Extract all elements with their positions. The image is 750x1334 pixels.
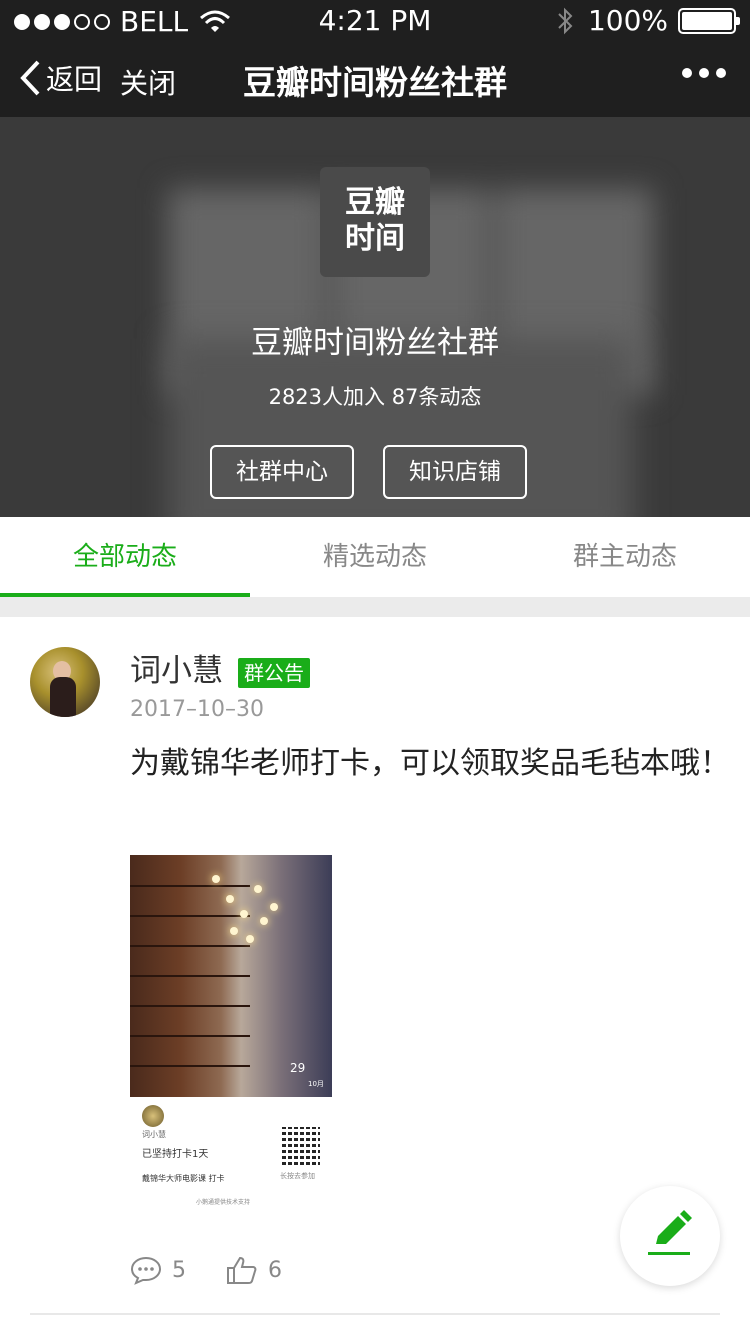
qr-code-icon [282,1127,320,1165]
edit-icon [648,1210,692,1255]
battery-icon [678,7,740,34]
post-date: 2017–10–30 [130,697,264,722]
knowledge-shop-button[interactable]: 知识店铺 [383,445,527,499]
group-name: 豆瓣时间粉丝社群 [251,325,499,361]
logo-line-1: 豆瓣 [345,185,405,220]
post-divider [30,1313,720,1315]
post-content: 为戴锦华老师打卡，可以领取奖品毛毡本哦！ [130,746,730,781]
card-course: 戴锦华大师电影课 打卡 [142,1174,225,1183]
comment-icon [130,1256,162,1285]
battery-area: 100% [556,4,740,37]
section-divider [0,597,750,617]
post-image[interactable]: 29 10月 词小慧 已坚持打卡1天 戴锦华大师电影课 打卡 长按去参加 小鹅通… [130,855,332,1215]
compose-button[interactable] [620,1186,720,1286]
author-name[interactable]: 词小慧 [130,645,223,690]
group-logo: 豆瓣 时间 [320,167,430,277]
checkin-card: 词小慧 已坚持打卡1天 戴锦华大师电影课 打卡 长按去参加 小鹅通提供技术支持 [130,1097,332,1215]
tab-featured[interactable]: 精选动态 [250,517,500,597]
photo-date-month: 10月 [308,1080,324,1088]
status-bar: BELL 4:21 PM 100% [0,0,750,40]
group-header: ▇▇▇ ▇▇▇ 豆瓣 时间 豆瓣时间粉丝社群 2823人加入 87条动态 社群中… [0,117,750,517]
library-photo: 29 10月 [130,855,332,1097]
battery-percent: 100% [587,4,668,37]
card-scan-label: 长按去参加 [280,1172,315,1180]
avatar[interactable] [30,647,100,717]
like-count: 6 [268,1257,282,1283]
like-button[interactable]: 6 [226,1255,282,1285]
thumbs-up-icon [227,1256,257,1284]
more-icon[interactable] [682,68,726,78]
tab-all[interactable]: 全部动态 [0,517,250,597]
card-name: 词小慧 [142,1130,166,1139]
card-days: 已坚持打卡1天 [142,1149,209,1160]
tab-owner[interactable]: 群主动态 [500,517,750,597]
page-title: 豆瓣时间粉丝社群 [243,63,507,102]
card-footer: 小鹅通提供技术支持 [196,1199,251,1206]
bluetooth-icon [558,7,573,34]
card-avatar [142,1105,164,1127]
community-center-button[interactable]: 社群中心 [210,445,354,499]
feed-tabs: 全部动态 精选动态 群主动态 [0,517,750,597]
photo-date-day: 29 [290,1061,306,1075]
nav-bar: 返回 关闭 豆瓣时间粉丝社群 [0,40,750,117]
post-actions: 5 6 [130,1255,322,1285]
logo-line-2: 时间 [345,221,405,256]
announcement-badge: 群公告 [238,658,310,688]
comment-button[interactable]: 5 [130,1255,186,1285]
group-stats: 2823人加入 87条动态 [268,385,482,409]
comment-count: 5 [172,1257,186,1283]
